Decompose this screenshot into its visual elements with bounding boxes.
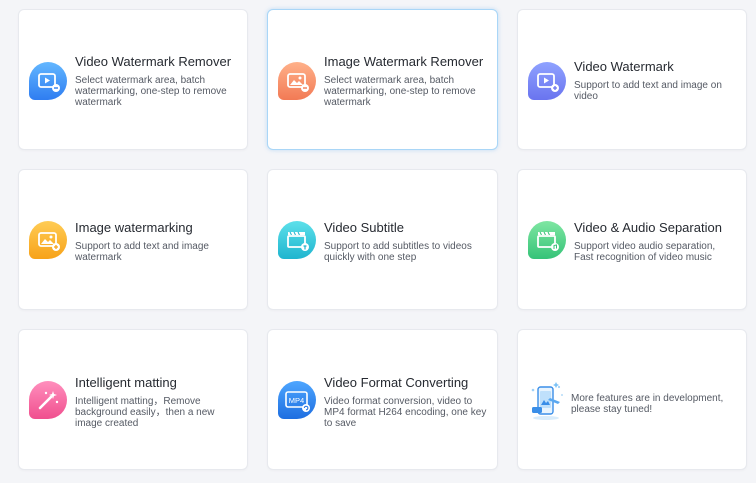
feature-card-image-watermark-remover[interactable]: Image Watermark Remover Select watermark… bbox=[267, 9, 498, 150]
feature-description: Support to add text and image on video bbox=[574, 80, 722, 102]
feature-description: Select watermark area, batch watermarkin… bbox=[324, 75, 476, 108]
feature-card-video-watermark[interactable]: Video Watermark Support to add text and … bbox=[517, 9, 747, 150]
feature-description: Select watermark area, batch watermarkin… bbox=[75, 75, 227, 108]
feature-card-video-audio-separation[interactable]: Video & Audio Separation Support video a… bbox=[517, 169, 747, 310]
feature-description: Support to add subtitles to videos quick… bbox=[324, 241, 472, 263]
feature-title: Video & Audio Separation bbox=[574, 220, 722, 235]
video-watermark-remover-icon bbox=[29, 62, 67, 100]
video-subtitle-icon bbox=[278, 221, 316, 259]
feature-description: Support to add text and image watermark bbox=[75, 241, 209, 263]
feature-description: Support video audio separation, Fast rec… bbox=[574, 241, 716, 263]
video-audio-separation-icon bbox=[528, 221, 566, 259]
phone-development-icon bbox=[526, 378, 566, 422]
feature-title: Video Watermark bbox=[574, 59, 674, 74]
feature-title: Intelligent matting bbox=[75, 375, 177, 390]
feature-card-coming-soon: More features are in development, please… bbox=[517, 329, 747, 470]
mp4-convert-icon: MP4 bbox=[278, 381, 316, 419]
feature-title: Video Watermark Remover bbox=[75, 54, 232, 69]
feature-title: Video Subtitle bbox=[324, 220, 404, 235]
feature-title: Video Format Converting bbox=[324, 375, 469, 390]
feature-title: Image Watermark Remover bbox=[324, 54, 484, 69]
feature-card-image-watermarking[interactable]: Image watermarking Support to add text a… bbox=[18, 169, 248, 310]
feature-card-video-format-converting[interactable]: MP4 Video Format Converting Video format… bbox=[267, 329, 498, 470]
image-watermark-remover-icon bbox=[278, 62, 316, 100]
video-watermark-icon bbox=[528, 62, 566, 100]
feature-description: Video format conversion, video to MP4 fo… bbox=[324, 396, 487, 429]
feature-card-video-watermark-remover[interactable]: Video Watermark Remover Select watermark… bbox=[18, 9, 248, 150]
feature-description: Intelligent matting，Remove background ea… bbox=[75, 396, 215, 429]
magic-wand-icon bbox=[29, 381, 67, 419]
mp4-label: MP4 bbox=[289, 396, 304, 405]
feature-card-video-subtitle[interactable]: Video Subtitle Support to add subtitles … bbox=[267, 169, 498, 310]
image-watermarking-icon bbox=[29, 221, 67, 259]
feature-card-intelligent-matting[interactable]: Intelligent matting Intelligent matting，… bbox=[18, 329, 248, 470]
coming-soon-text: More features are in development, please… bbox=[571, 393, 724, 415]
feature-title: Image watermarking bbox=[75, 220, 193, 235]
